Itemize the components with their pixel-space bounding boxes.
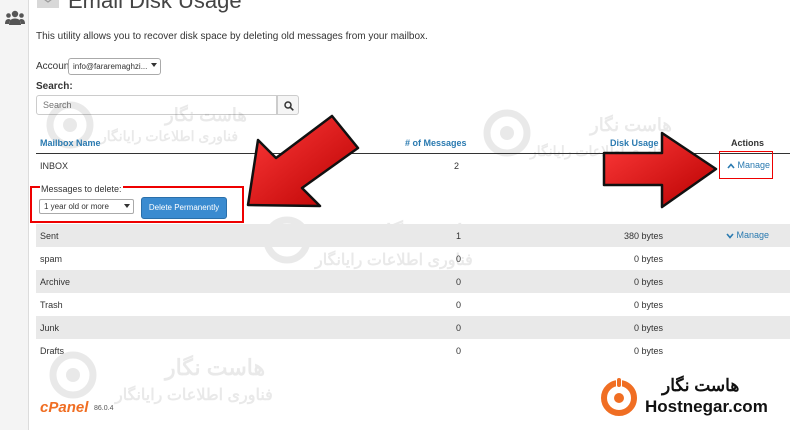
- email-disk-usage-icon: [37, 0, 59, 8]
- message-count: 0: [456, 346, 462, 356]
- manage-label: Manage: [736, 230, 770, 240]
- disk-usage: 0 bytes: [633, 346, 663, 356]
- mailbox-name: Trash: [40, 300, 63, 310]
- message-count: 0: [456, 300, 462, 310]
- message-age-select[interactable]: 1 year old or more: [39, 199, 134, 214]
- table-row: Drafts 0 0 bytes: [36, 339, 790, 362]
- page-title: Email Disk Usage: [68, 0, 242, 13]
- manage-label: Manage: [737, 160, 771, 170]
- users-icon[interactable]: [5, 10, 25, 26]
- table-row: Trash 0 0 bytes: [36, 293, 790, 316]
- inbox-manage-link[interactable]: Manage: [727, 160, 770, 170]
- brand-name-english: Hostnegar.com: [645, 397, 768, 416]
- search-label: Search:: [36, 81, 73, 92]
- hostnegar-watermark-icon: [483, 109, 531, 157]
- message-count: 0: [456, 254, 462, 264]
- column-header-messages[interactable]: # of Messages: [405, 138, 467, 148]
- cpanel-logo[interactable]: cPanel: [40, 399, 88, 416]
- mailbox-name: spam: [40, 254, 63, 264]
- watermark-text: فناوری اطلاعات رایانگار: [115, 387, 273, 404]
- annotation-arrow-right-icon: [602, 131, 718, 209]
- mailbox-name: Archive: [40, 277, 71, 287]
- hostnegar-logo-icon: [601, 377, 637, 416]
- chevron-down-icon: [726, 233, 734, 239]
- account-select-value: info@fararemaghzi...: [73, 62, 148, 71]
- message-count: 0: [456, 323, 462, 333]
- watermark-text: فناوری اطلاعات رایانگار: [100, 128, 239, 144]
- annotation-arrow-left-icon: [246, 114, 360, 208]
- mailbox-name: Drafts: [40, 346, 65, 356]
- brand-name-persian: هاست نگار: [662, 376, 740, 395]
- table-row: Sent 1 380 bytes Manage: [36, 224, 790, 247]
- caret-down-icon: [124, 204, 130, 208]
- mailbox-name: INBOX: [40, 161, 69, 171]
- chevron-up-icon: [727, 162, 735, 169]
- page-description: This utility allows you to recover disk …: [36, 31, 428, 42]
- delete-permanently-button[interactable]: Delete Permanently: [141, 197, 227, 219]
- message-age-value: 1 year old or more: [44, 202, 109, 211]
- column-header-mailbox[interactable]: Mailbox Name: [40, 138, 101, 148]
- caret-down-icon: [151, 63, 157, 67]
- disk-usage: 0 bytes: [633, 323, 663, 333]
- table-row: Archive 0 0 bytes: [36, 270, 790, 293]
- account-select[interactable]: info@fararemaghzi...: [68, 58, 161, 75]
- mailbox-name: Sent: [40, 231, 59, 241]
- disk-usage: 0 bytes: [633, 300, 663, 310]
- message-count: 1: [456, 231, 462, 241]
- sent-manage-link[interactable]: Manage: [726, 230, 769, 240]
- column-header-actions: Actions: [731, 138, 765, 148]
- disk-usage: 0 bytes: [633, 254, 663, 264]
- message-count: 0: [456, 277, 462, 287]
- table-row: Junk 0 0 bytes: [36, 316, 790, 339]
- left-rail: [0, 0, 29, 430]
- messages-to-delete-label: Messages to delete:: [40, 184, 123, 194]
- disk-usage: 380 bytes: [623, 231, 663, 241]
- message-count: 2: [454, 161, 460, 171]
- mailbox-name: Junk: [40, 323, 60, 333]
- version-number: 86.0.4: [94, 405, 114, 412]
- disk-usage: 0 bytes: [633, 277, 663, 287]
- table-row: spam 0 0 bytes: [36, 247, 790, 270]
